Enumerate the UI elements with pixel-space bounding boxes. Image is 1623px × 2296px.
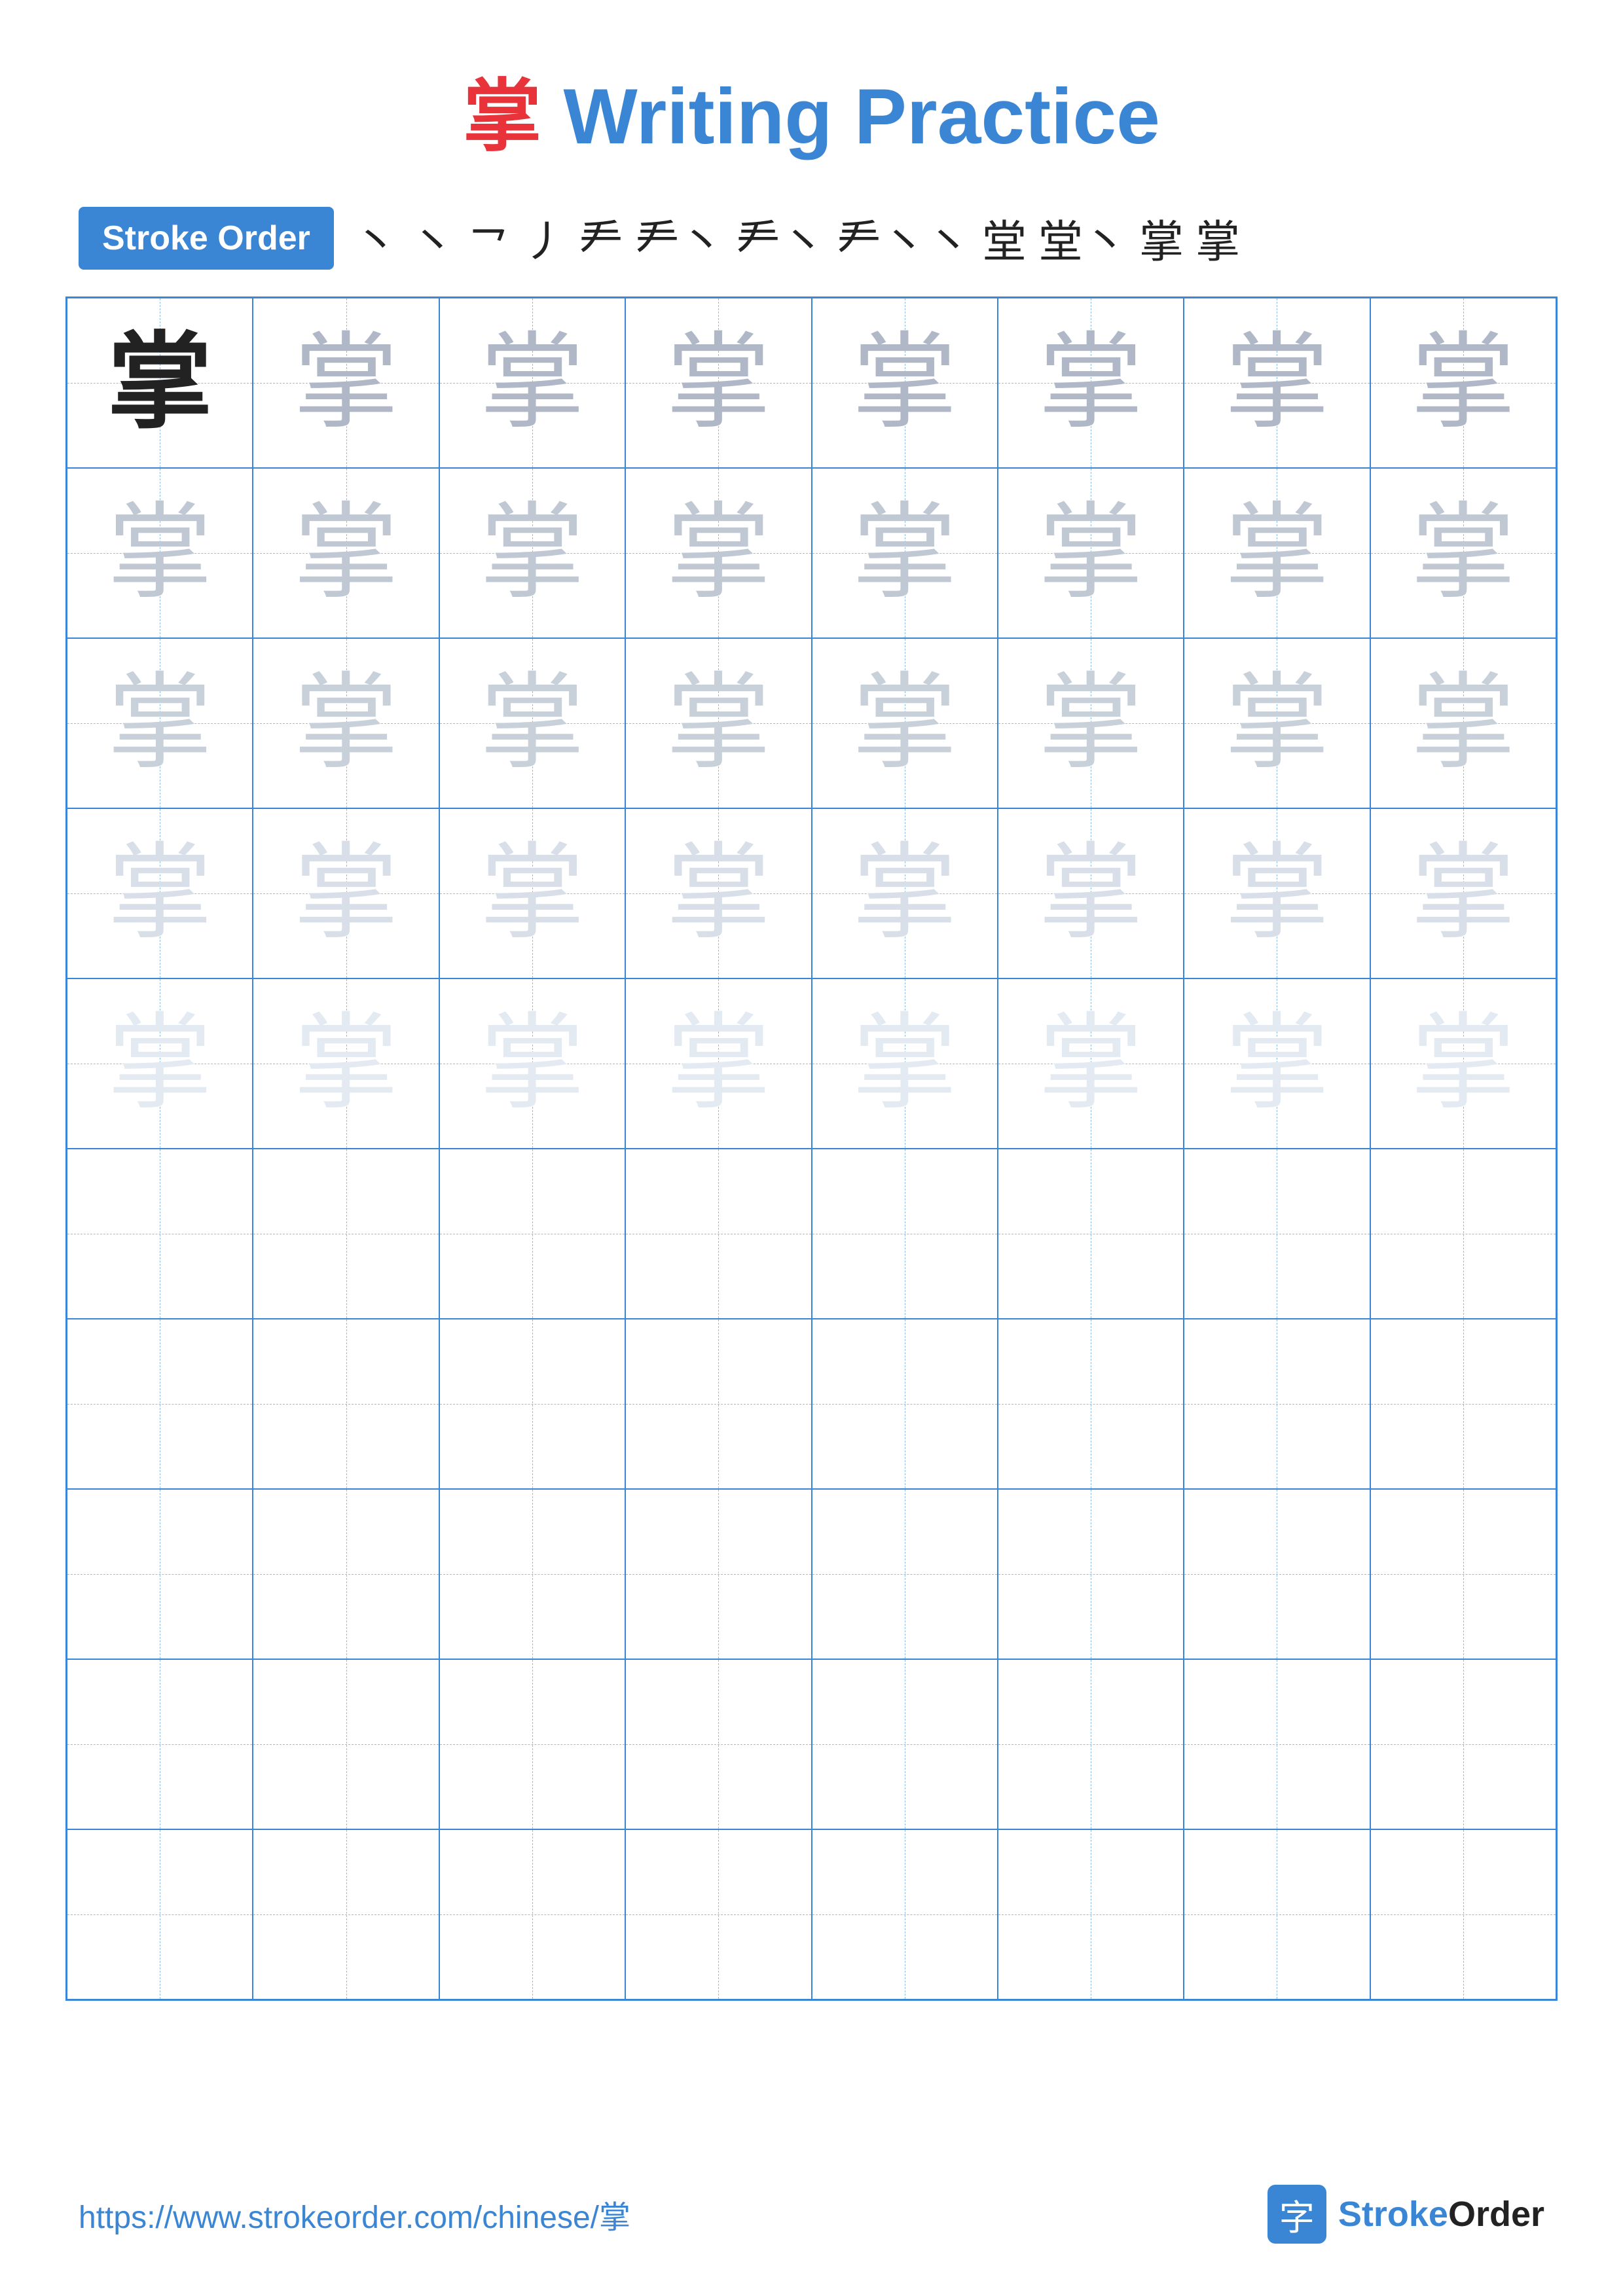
grid-cell-r4c2[interactable]: 掌	[253, 808, 439, 978]
grid-cell-r6c4[interactable]	[625, 1149, 811, 1319]
grid-cell-r3c3[interactable]: 掌	[439, 638, 625, 808]
grid-cell-r10c4[interactable]	[625, 1829, 811, 2000]
grid-cell-r2c7[interactable]: 掌	[1184, 468, 1370, 638]
grid-cell-r6c2[interactable]	[253, 1149, 439, 1319]
grid-cell-r7c7[interactable]	[1184, 1319, 1370, 1489]
grid-cell-r1c6[interactable]: 掌	[998, 298, 1184, 468]
grid-cell-r9c7[interactable]	[1184, 1659, 1370, 1829]
practice-section: 掌 掌 掌 掌 掌 掌 掌 掌 掌 掌 掌 掌 掌 掌 掌 掌 掌 掌 掌 掌 …	[0, 296, 1623, 2001]
grid-cell-r6c7[interactable]	[1184, 1149, 1370, 1319]
grid-cell-r5c6[interactable]: 掌	[998, 978, 1184, 1149]
grid-cell-r3c5[interactable]: 掌	[812, 638, 998, 808]
grid-cell-r8c6[interactable]	[998, 1489, 1184, 1659]
grid-cell-r10c8[interactable]	[1370, 1829, 1556, 2000]
grid-cell-r7c3[interactable]	[439, 1319, 625, 1489]
grid-cell-r8c3[interactable]	[439, 1489, 625, 1659]
grid-cell-r7c5[interactable]	[812, 1319, 998, 1489]
grid-cell-r5c4[interactable]: 掌	[625, 978, 811, 1149]
grid-cell-r8c7[interactable]	[1184, 1489, 1370, 1659]
grid-cell-r7c6[interactable]	[998, 1319, 1184, 1489]
grid-cell-r3c8[interactable]: 掌	[1370, 638, 1556, 808]
grid-cell-r7c4[interactable]	[625, 1319, 811, 1489]
grid-cell-r8c1[interactable]	[67, 1489, 253, 1659]
grid-cell-r4c8[interactable]: 掌	[1370, 808, 1556, 978]
stroke-order-badge: Stroke Order	[79, 207, 334, 270]
stroke-order-section: Stroke Order 丶 ㇔ ㇖ ㇓ 龵 龵丶 龵㇔ 龵㇔㇔ 堂 堂丶 掌 …	[0, 206, 1623, 270]
grid-cell-r7c1[interactable]	[67, 1319, 253, 1489]
page-title: 掌 Writing Practice	[0, 0, 1623, 206]
grid-cell-r5c8[interactable]: 掌	[1370, 978, 1556, 1149]
grid-cell-r2c5[interactable]: 掌	[812, 468, 998, 638]
grid-cell-r4c6[interactable]: 掌	[998, 808, 1184, 978]
grid-cell-r4c7[interactable]: 掌	[1184, 808, 1370, 978]
grid-cell-r1c8[interactable]: 掌	[1370, 298, 1556, 468]
grid-cell-r10c1[interactable]	[67, 1829, 253, 2000]
grid-cell-r9c1[interactable]	[67, 1659, 253, 1829]
grid-cell-r2c3[interactable]: 掌	[439, 468, 625, 638]
grid-cell-r10c2[interactable]	[253, 1829, 439, 2000]
grid-cell-r8c8[interactable]	[1370, 1489, 1556, 1659]
footer-url[interactable]: https://www.strokeorder.com/chinese/掌	[79, 2191, 630, 2237]
grid-cell-r6c8[interactable]	[1370, 1149, 1556, 1319]
grid-cell-r3c4[interactable]: 掌	[625, 638, 811, 808]
grid-cell-r7c8[interactable]	[1370, 1319, 1556, 1489]
grid-cell-r8c4[interactable]	[625, 1489, 811, 1659]
grid-cell-r5c1[interactable]: 掌	[67, 978, 253, 1149]
grid-cell-r2c8[interactable]: 掌	[1370, 468, 1556, 638]
grid-cell-r10c3[interactable]	[439, 1829, 625, 2000]
grid-cell-r9c3[interactable]	[439, 1659, 625, 1829]
grid-cell-r10c7[interactable]	[1184, 1829, 1370, 2000]
grid-cell-r6c3[interactable]	[439, 1149, 625, 1319]
title-text: Writing Practice	[541, 73, 1160, 160]
grid-cell-r7c2[interactable]	[253, 1319, 439, 1489]
grid-cell-r4c4[interactable]: 掌	[625, 808, 811, 978]
grid-cell-r5c3[interactable]: 掌	[439, 978, 625, 1149]
grid-cell-r2c1[interactable]: 掌	[67, 468, 253, 638]
grid-cell-r9c5[interactable]	[812, 1659, 998, 1829]
grid-cell-r9c8[interactable]	[1370, 1659, 1556, 1829]
grid-cell-r8c5[interactable]	[812, 1489, 998, 1659]
grid-cell-r4c1[interactable]: 掌	[67, 808, 253, 978]
grid-cell-r1c2[interactable]: 掌	[253, 298, 439, 468]
grid-cell-r1c4[interactable]: 掌	[625, 298, 811, 468]
grid-cell-r6c5[interactable]	[812, 1149, 998, 1319]
grid-cell-r1c3[interactable]: 掌	[439, 298, 625, 468]
footer-brand-text: StrokeOrder	[1338, 2194, 1544, 2234]
grid-cell-r5c2[interactable]: 掌	[253, 978, 439, 1149]
footer: https://www.strokeorder.com/chinese/掌 字 …	[79, 2185, 1544, 2244]
grid-cell-r8c2[interactable]	[253, 1489, 439, 1659]
grid-cell-r2c2[interactable]: 掌	[253, 468, 439, 638]
grid-cell-r10c6[interactable]	[998, 1829, 1184, 2000]
grid-cell-r5c5[interactable]: 掌	[812, 978, 998, 1149]
stroke-order-chars: 丶 ㇔ ㇖ ㇓ 龵 龵丶 龵㇔ 龵㇔㇔ 堂 堂丶 掌 掌	[354, 206, 1240, 270]
title-char: 掌	[463, 73, 541, 160]
grid-cell-r6c1[interactable]	[67, 1149, 253, 1319]
grid-cell-r2c6[interactable]: 掌	[998, 468, 1184, 638]
grid-cell-r3c1[interactable]: 掌	[67, 638, 253, 808]
grid-cell-r1c1[interactable]: 掌	[67, 298, 253, 468]
footer-brand: 字 StrokeOrder	[1267, 2185, 1544, 2244]
grid-cell-r3c2[interactable]: 掌	[253, 638, 439, 808]
grid-cell-r5c7[interactable]: 掌	[1184, 978, 1370, 1149]
grid-cell-r9c4[interactable]	[625, 1659, 811, 1829]
grid-cell-r4c5[interactable]: 掌	[812, 808, 998, 978]
grid-cell-r9c6[interactable]	[998, 1659, 1184, 1829]
grid-cell-r1c7[interactable]: 掌	[1184, 298, 1370, 468]
grid-cell-r6c6[interactable]	[998, 1149, 1184, 1319]
grid-cell-r3c7[interactable]: 掌	[1184, 638, 1370, 808]
footer-brand-icon: 字	[1267, 2185, 1326, 2244]
grid-cell-r10c5[interactable]	[812, 1829, 998, 2000]
practice-grid: 掌 掌 掌 掌 掌 掌 掌 掌 掌 掌 掌 掌 掌 掌 掌 掌 掌 掌 掌 掌 …	[65, 296, 1558, 2001]
grid-cell-r1c5[interactable]: 掌	[812, 298, 998, 468]
grid-cell-r4c3[interactable]: 掌	[439, 808, 625, 978]
grid-cell-r2c4[interactable]: 掌	[625, 468, 811, 638]
grid-cell-r9c2[interactable]	[253, 1659, 439, 1829]
grid-cell-r3c6[interactable]: 掌	[998, 638, 1184, 808]
